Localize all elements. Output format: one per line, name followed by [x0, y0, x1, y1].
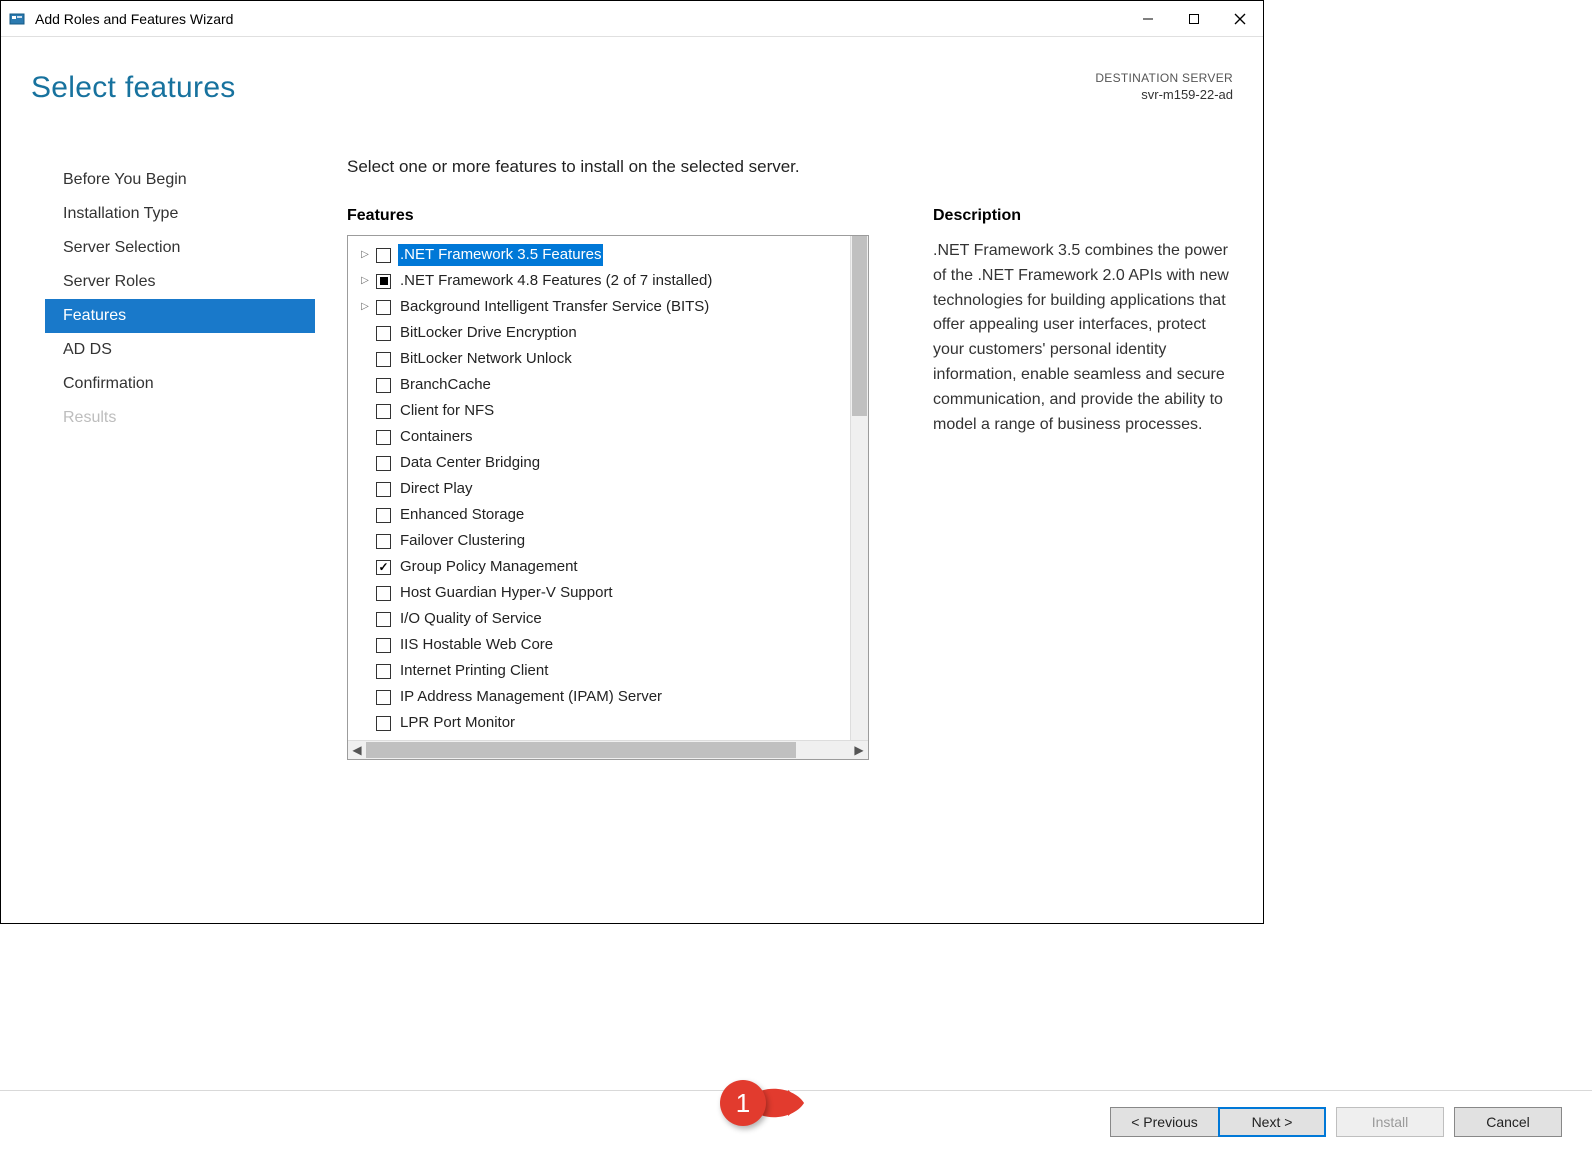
expand-icon[interactable]: ▷ — [358, 270, 372, 292]
feature-label[interactable]: Data Center Bridging — [398, 452, 542, 474]
feature-row[interactable]: Enhanced Storage — [348, 502, 868, 528]
feature-label[interactable]: BranchCache — [398, 374, 493, 396]
close-button[interactable] — [1217, 1, 1263, 37]
feature-checkbox[interactable] — [376, 274, 391, 289]
feature-checkbox[interactable] — [376, 586, 391, 601]
feature-row[interactable]: Data Center Bridging — [348, 450, 868, 476]
feature-row[interactable]: IP Address Management (IPAM) Server — [348, 684, 868, 710]
expand-icon[interactable]: ▷ — [358, 244, 372, 266]
feature-checkbox[interactable] — [376, 664, 391, 679]
feature-label[interactable]: Background Intelligent Transfer Service … — [398, 296, 711, 318]
sidebar-item-server-selection[interactable]: Server Selection — [45, 231, 315, 265]
destination-server-info: DESTINATION SERVER svr-m159-22-ad — [1095, 71, 1233, 157]
feature-label[interactable]: Client for NFS — [398, 400, 496, 422]
feature-label[interactable]: Internet Printing Client — [398, 660, 550, 682]
feature-row[interactable]: IIS Hostable Web Core — [348, 632, 868, 658]
horizontal-scrollbar[interactable]: ◀ ▶ — [348, 740, 868, 759]
feature-row[interactable]: LPR Port Monitor — [348, 710, 868, 736]
wizard-footer: < Previous Next > Install Cancel — [0, 1090, 1592, 1152]
feature-label[interactable]: Direct Play — [398, 478, 475, 500]
maximize-button[interactable] — [1171, 1, 1217, 37]
feature-label[interactable]: Containers — [398, 426, 475, 448]
feature-label[interactable]: Enhanced Storage — [398, 504, 526, 526]
feature-label[interactable]: .NET Framework 3.5 Features — [398, 244, 603, 266]
feature-row[interactable]: Containers — [348, 424, 868, 450]
instruction-text: Select one or more features to install o… — [347, 157, 1233, 177]
expand-icon[interactable]: ▷ — [358, 296, 372, 318]
cancel-button[interactable]: Cancel — [1454, 1107, 1562, 1137]
feature-label[interactable]: BitLocker Network Unlock — [398, 348, 574, 370]
install-button: Install — [1336, 1107, 1444, 1137]
sidebar-item-ad-ds[interactable]: AD DS — [45, 333, 315, 367]
feature-label[interactable]: Host Guardian Hyper-V Support — [398, 582, 615, 604]
feature-row[interactable]: Internet Printing Client — [348, 658, 868, 684]
feature-checkbox[interactable] — [376, 352, 391, 367]
feature-label[interactable]: IP Address Management (IPAM) Server — [398, 686, 664, 708]
feature-checkbox[interactable] — [376, 690, 391, 705]
feature-checkbox[interactable] — [376, 638, 391, 653]
next-button[interactable]: Next > — [1218, 1107, 1326, 1137]
feature-checkbox[interactable] — [376, 378, 391, 393]
feature-checkbox[interactable] — [376, 248, 391, 263]
scrollbar-thumb[interactable] — [852, 236, 867, 416]
sidebar-item-results: Results — [45, 401, 315, 435]
feature-row[interactable]: Group Policy Management — [348, 554, 868, 580]
sidebar-item-server-roles[interactable]: Server Roles — [45, 265, 315, 299]
wizard-header: Select features DESTINATION SERVER svr-m… — [1, 37, 1263, 157]
wizard-sidebar: Before You BeginInstallation TypeServer … — [45, 157, 315, 760]
feature-label[interactable]: Group Policy Management — [398, 556, 580, 578]
feature-row[interactable]: BranchCache — [348, 372, 868, 398]
feature-checkbox[interactable] — [376, 430, 391, 445]
previous-button[interactable]: < Previous — [1110, 1107, 1218, 1137]
feature-checkbox[interactable] — [376, 560, 391, 575]
feature-row[interactable]: Host Guardian Hyper-V Support — [348, 580, 868, 606]
feature-row[interactable]: Failover Clustering — [348, 528, 868, 554]
feature-row[interactable]: BitLocker Network Unlock — [348, 346, 868, 372]
sidebar-item-before-you-begin[interactable]: Before You Begin — [45, 163, 315, 197]
feature-row[interactable]: Client for NFS — [348, 398, 868, 424]
feature-label[interactable]: .NET Framework 4.8 Features (2 of 7 inst… — [398, 270, 714, 292]
minimize-button[interactable] — [1125, 1, 1171, 37]
destination-server-name: svr-m159-22-ad — [1095, 87, 1233, 102]
description-heading: Description — [933, 207, 1233, 225]
feature-row[interactable]: ▷ Background Intelligent Transfer Service… — [348, 294, 868, 320]
feature-checkbox[interactable] — [376, 326, 391, 341]
feature-checkbox[interactable] — [376, 456, 391, 471]
sidebar-item-installation-type[interactable]: Installation Type — [45, 197, 315, 231]
feature-row[interactable]: ▷ .NET Framework 4.8 Features (2 of 7 ins… — [348, 268, 868, 294]
features-listbox[interactable]: ▷ .NET Framework 3.5 Features ▷ .NET Framew… — [347, 235, 869, 760]
feature-row[interactable]: BitLocker Drive Encryption — [348, 320, 868, 346]
feature-label[interactable]: IIS Hostable Web Core — [398, 634, 555, 656]
vertical-scrollbar[interactable] — [850, 236, 868, 740]
feature-label[interactable]: BitLocker Drive Encryption — [398, 322, 579, 344]
scroll-right-icon[interactable]: ▶ — [850, 741, 868, 760]
feature-checkbox[interactable] — [376, 508, 391, 523]
feature-checkbox[interactable] — [376, 716, 391, 731]
sidebar-item-confirmation[interactable]: Confirmation — [45, 367, 315, 401]
title-bar: Add Roles and Features Wizard — [1, 1, 1263, 37]
sidebar-item-features[interactable]: Features — [45, 299, 315, 333]
app-icon — [9, 11, 25, 27]
feature-label[interactable]: I/O Quality of Service — [398, 608, 544, 630]
features-heading: Features — [347, 207, 893, 225]
feature-label[interactable]: Failover Clustering — [398, 530, 527, 552]
description-text: .NET Framework 3.5 combines the power of… — [933, 239, 1233, 437]
feature-checkbox[interactable] — [376, 482, 391, 497]
feature-checkbox[interactable] — [376, 534, 391, 549]
feature-row[interactable]: ▷ .NET Framework 3.5 Features — [348, 242, 868, 268]
feature-row[interactable]: Direct Play — [348, 476, 868, 502]
feature-row[interactable]: I/O Quality of Service — [348, 606, 868, 632]
window-title: Add Roles and Features Wizard — [35, 11, 233, 27]
feature-checkbox[interactable] — [376, 300, 391, 315]
scrollbar-thumb[interactable] — [366, 742, 796, 758]
feature-checkbox[interactable] — [376, 404, 391, 419]
page-title: Select features — [31, 71, 236, 157]
destination-server-label: DESTINATION SERVER — [1095, 71, 1233, 85]
feature-label[interactable]: LPR Port Monitor — [398, 712, 517, 734]
feature-checkbox[interactable] — [376, 612, 391, 627]
scroll-left-icon[interactable]: ◀ — [348, 741, 366, 760]
